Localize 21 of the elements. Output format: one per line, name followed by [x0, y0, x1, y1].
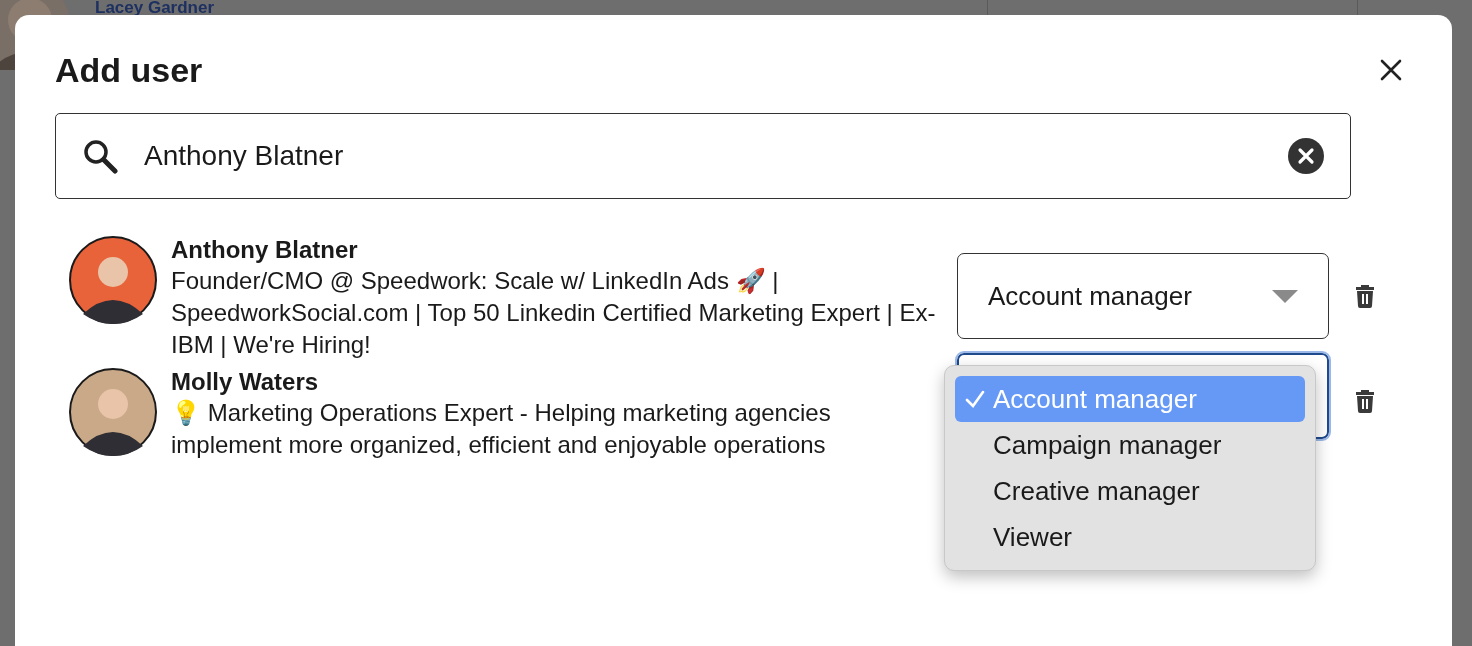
dropdown-arrow-icon	[1272, 289, 1298, 303]
role-select[interactable]: Account manager	[957, 253, 1329, 339]
avatar-icon	[69, 368, 157, 456]
search-value: Anthony Blatner	[144, 139, 345, 173]
dropdown-option[interactable]: Campaign manager	[955, 422, 1305, 468]
clear-icon[interactable]	[1288, 138, 1324, 174]
user-headline: Founder/CMO @ Speedwork: Scale w/ LinkedIn Ads 🚀 | SpeedworkSocial.com | Top 50 Linkedin Certified Marketing Expert | Ex-IBM | We're Hiring!	[171, 266, 937, 360]
search-icon	[82, 138, 118, 174]
user-name: Anthony Blatner	[171, 235, 359, 265]
user-name: Molly Waters	[171, 367, 320, 397]
dropdown-option[interactable]: Creative manager	[955, 468, 1305, 514]
close-icon[interactable]	[1380, 59, 1402, 81]
avatar-icon	[69, 236, 157, 324]
trash-icon[interactable]	[1355, 284, 1375, 308]
background-name: Lacey Gardner	[95, 0, 215, 15]
dialog-title: Add user	[55, 53, 203, 87]
trash-icon[interactable]	[1355, 389, 1375, 413]
search-field[interactable]: Anthony Blatner	[55, 113, 1351, 199]
checkmark-icon	[965, 390, 985, 408]
user-headline: 💡 Marketing Operations Expert - Helping marketing agencies implement more organized, efficient and enjoyable operations	[171, 398, 832, 460]
dropdown-option[interactable]: Viewer	[955, 514, 1305, 560]
